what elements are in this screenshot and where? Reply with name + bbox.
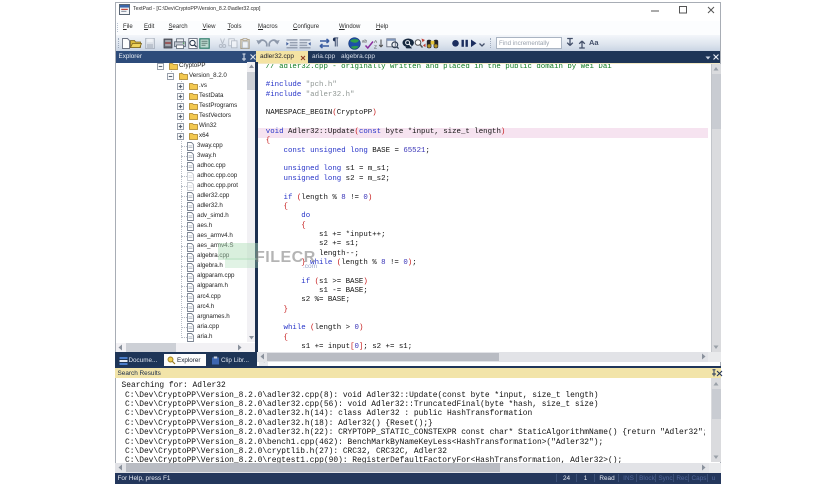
svg-text:ab: ab [362, 39, 368, 44]
svg-text:Z: Z [374, 45, 377, 49]
svg-text:A: A [374, 39, 378, 45]
